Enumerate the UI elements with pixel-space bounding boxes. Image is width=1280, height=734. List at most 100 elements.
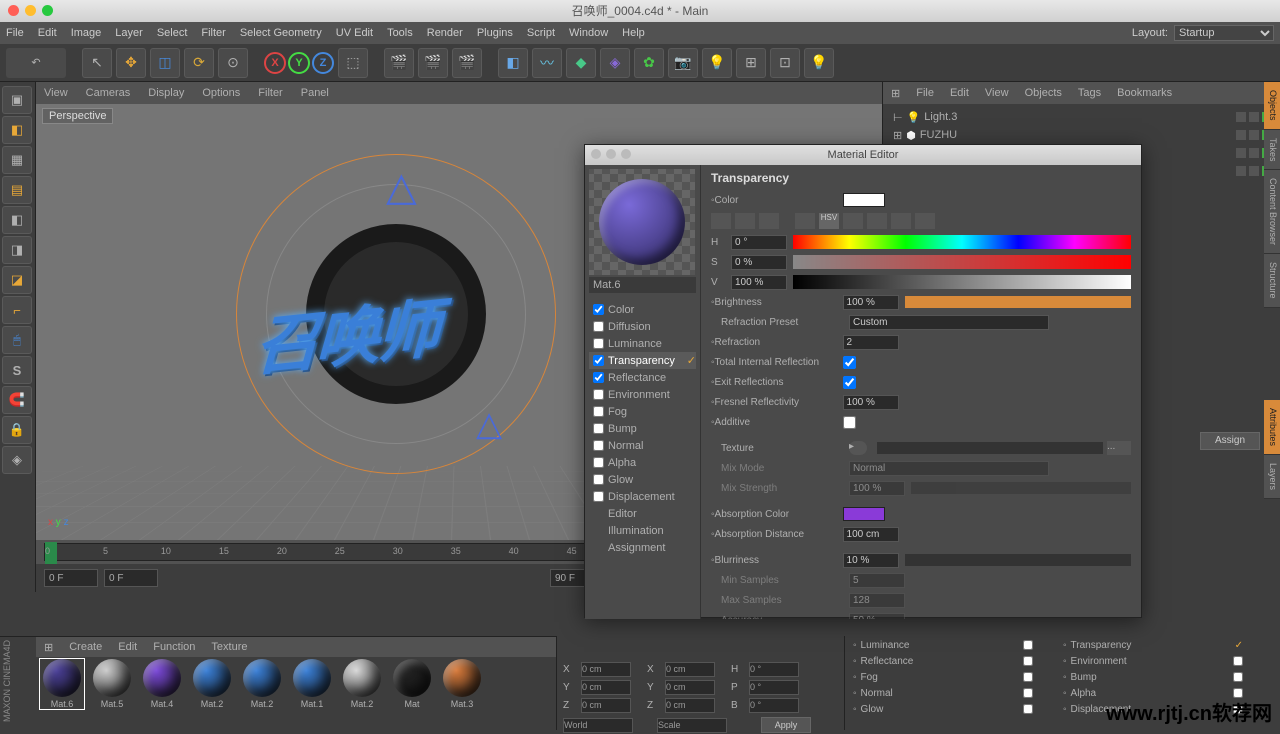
absorb-swatch[interactable]: [843, 507, 885, 521]
rotate-tool[interactable]: ⟳: [184, 48, 214, 78]
select-tool[interactable]: ↖: [82, 48, 112, 78]
move-tool[interactable]: ✥: [116, 48, 146, 78]
vmenu-view[interactable]: View: [44, 87, 68, 99]
coord-system[interactable]: ⬚: [338, 48, 368, 78]
add-mograph[interactable]: ⊡: [770, 48, 800, 78]
channel-editor[interactable]: Editor: [589, 505, 696, 522]
layout-select[interactable]: Startup: [1174, 25, 1274, 41]
material-ball[interactable]: Mat.1: [290, 659, 334, 709]
channel-environment[interactable]: Environment: [589, 386, 696, 403]
material-ball[interactable]: Mat: [390, 659, 434, 709]
last-tool[interactable]: ⊙: [218, 48, 248, 78]
workplane[interactable]: ▤: [2, 176, 32, 204]
add-spline[interactable]: 〰: [532, 48, 562, 78]
channel-displacement[interactable]: Displacement: [589, 488, 696, 505]
channel-normal[interactable]: Normal: [589, 437, 696, 454]
menu-selectgeom[interactable]: Select Geometry: [240, 27, 322, 39]
tab-content[interactable]: Content Browser: [1264, 170, 1280, 254]
texture-arrow[interactable]: ▸: [849, 441, 867, 455]
vmenu-filter[interactable]: Filter: [258, 87, 282, 99]
object-row[interactable]: ⊢💡Light.3✓: [885, 108, 1278, 126]
tab-structure[interactable]: Structure: [1264, 254, 1280, 308]
render-settings[interactable]: 🎬: [452, 48, 482, 78]
om-edit[interactable]: Edit: [950, 87, 969, 99]
tab-objects[interactable]: Objects: [1264, 82, 1280, 130]
material-ball[interactable]: Mat.2: [190, 659, 234, 709]
om-file[interactable]: File: [916, 87, 934, 99]
add-cube[interactable]: ◧: [498, 48, 528, 78]
undo-redo[interactable]: ↶: [6, 48, 66, 78]
tab-attributes[interactable]: Attributes: [1264, 400, 1280, 455]
traffic-lights[interactable]: [8, 5, 53, 16]
object-row[interactable]: ⊞⬢FUZHU✓: [885, 126, 1278, 144]
channel-fog[interactable]: Fog: [589, 403, 696, 420]
menu-script[interactable]: Script: [527, 27, 555, 39]
channel-transparency[interactable]: Transparency✓: [589, 352, 696, 369]
add-generator[interactable]: ◆: [566, 48, 596, 78]
render-region[interactable]: 🎬: [418, 48, 448, 78]
mm-function[interactable]: Function: [153, 641, 195, 653]
menu-plugins[interactable]: Plugins: [477, 27, 513, 39]
misc-tool[interactable]: ◈: [2, 446, 32, 474]
menu-help[interactable]: Help: [622, 27, 645, 39]
start-frame[interactable]: [104, 569, 158, 587]
menu-layer[interactable]: Layer: [115, 27, 143, 39]
texture-mode[interactable]: ▦: [2, 146, 32, 174]
vmenu-panel[interactable]: Panel: [301, 87, 329, 99]
mm-texture[interactable]: Texture: [211, 641, 247, 653]
material-ball[interactable]: Mat.2: [240, 659, 284, 709]
material-ball[interactable]: Mat.4: [140, 659, 184, 709]
material-ball[interactable]: Mat.6: [40, 659, 84, 709]
channel-glow[interactable]: Glow: [589, 471, 696, 488]
add-scene[interactable]: ⊞: [736, 48, 766, 78]
me-titlebar[interactable]: Material Editor: [585, 145, 1141, 165]
channel-assignment[interactable]: Assignment: [589, 539, 696, 556]
apply-button[interactable]: Apply: [761, 717, 811, 733]
scale-tool[interactable]: ◫: [150, 48, 180, 78]
om-tags[interactable]: Tags: [1078, 87, 1101, 99]
axis-tool[interactable]: ⌐: [2, 296, 32, 324]
make-editable[interactable]: ▣: [2, 86, 32, 114]
channel-alpha[interactable]: Alpha: [589, 454, 696, 471]
menu-window[interactable]: Window: [569, 27, 608, 39]
channel-bump[interactable]: Bump: [589, 420, 696, 437]
assign-button[interactable]: Assign: [1200, 432, 1260, 450]
add-light[interactable]: 💡: [702, 48, 732, 78]
material-ball[interactable]: Mat.5: [90, 659, 134, 709]
tweak-tool[interactable]: 🖱: [2, 326, 32, 354]
channel-luminance[interactable]: Luminance: [589, 335, 696, 352]
add-environment[interactable]: ✿: [634, 48, 664, 78]
om-bookmarks[interactable]: Bookmarks: [1117, 87, 1172, 99]
add-tag[interactable]: 💡: [804, 48, 834, 78]
om-view[interactable]: View: [985, 87, 1009, 99]
axis-lock[interactable]: XYZ: [264, 52, 334, 74]
channel-illumination[interactable]: Illumination: [589, 522, 696, 539]
channel-diffusion[interactable]: Diffusion: [589, 318, 696, 335]
edge-mode[interactable]: ◨: [2, 236, 32, 264]
add-deformer[interactable]: ◈: [600, 48, 630, 78]
om-objects[interactable]: Objects: [1025, 87, 1062, 99]
snap-tool[interactable]: S: [2, 356, 32, 384]
menu-file[interactable]: File: [6, 27, 24, 39]
point-mode[interactable]: ◧: [2, 206, 32, 234]
channel-color[interactable]: Color: [589, 301, 696, 318]
material-ball[interactable]: Mat.2: [340, 659, 384, 709]
menu-select[interactable]: Select: [157, 27, 188, 39]
mm-create[interactable]: Create: [69, 641, 102, 653]
render-view[interactable]: 🎬: [384, 48, 414, 78]
material-editor-window[interactable]: Material Editor Mat.6 ColorDiffusionLumi…: [584, 144, 1142, 618]
channel-reflectance[interactable]: Reflectance: [589, 369, 696, 386]
menu-render[interactable]: Render: [427, 27, 463, 39]
menu-edit[interactable]: Edit: [38, 27, 57, 39]
lock-tool[interactable]: 🔒: [2, 416, 32, 444]
color-swatch[interactable]: [843, 193, 885, 207]
mm-edit[interactable]: Edit: [118, 641, 137, 653]
current-frame[interactable]: [44, 569, 98, 587]
vmenu-options[interactable]: Options: [202, 87, 240, 99]
me-material-name[interactable]: Mat.6: [589, 277, 696, 293]
model-mode[interactable]: ◧: [2, 116, 32, 144]
menu-filter[interactable]: Filter: [201, 27, 225, 39]
menu-image[interactable]: Image: [71, 27, 102, 39]
vmenu-cameras[interactable]: Cameras: [86, 87, 131, 99]
magnet-tool[interactable]: 🧲: [2, 386, 32, 414]
